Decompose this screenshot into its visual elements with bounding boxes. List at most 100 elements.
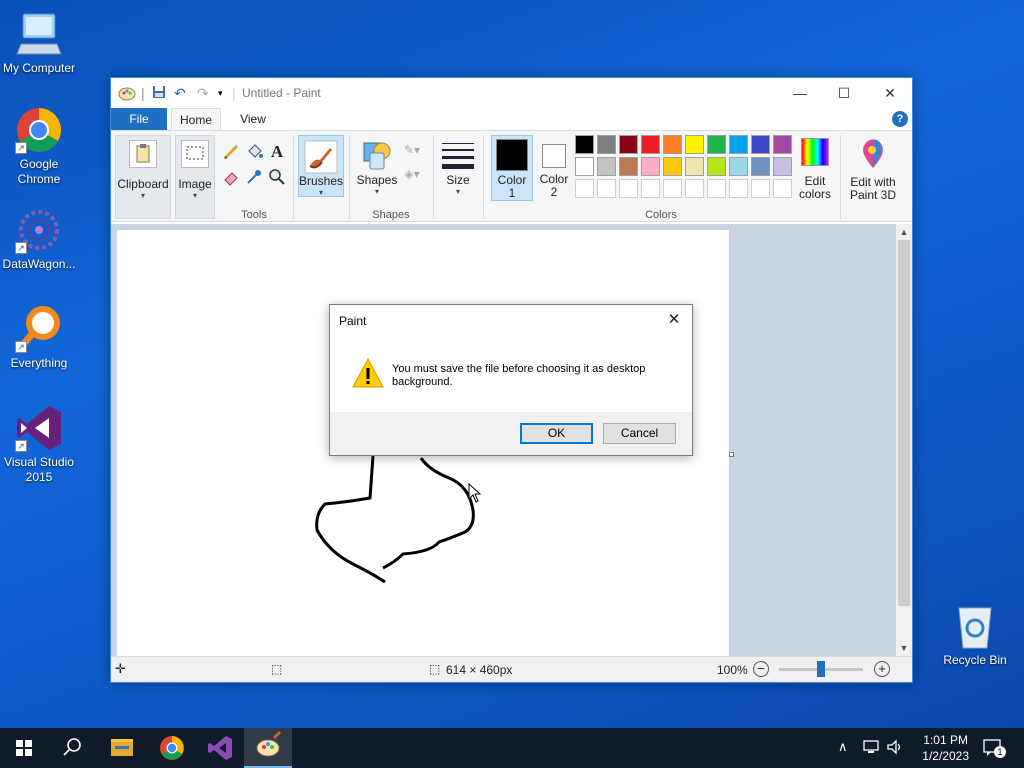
dialog-message: You must save the file before choosing i…: [392, 363, 646, 388]
chevron-down-icon: ▾: [192, 191, 197, 200]
tab-view[interactable]: View: [231, 108, 275, 130]
color-swatch[interactable]: [685, 157, 704, 176]
start-button[interactable]: [0, 728, 48, 768]
desktop-icon-recycle-bin[interactable]: Recycle Bin: [936, 602, 1014, 668]
line-size-icon: [442, 141, 474, 171]
color-swatch[interactable]: [751, 135, 770, 154]
file-explorer-icon[interactable]: [98, 728, 146, 768]
chevron-down-icon: ▾: [374, 187, 379, 196]
color-swatch[interactable]: [751, 157, 770, 176]
color-swatch[interactable]: [685, 135, 704, 154]
magnifier-icon[interactable]: [267, 168, 287, 188]
color-swatch[interactable]: [707, 135, 726, 154]
text-tool-icon[interactable]: A: [267, 142, 287, 162]
dialog-close-icon[interactable]: ✕: [664, 310, 684, 330]
desktop-icon-my-computer[interactable]: My Computer: [0, 10, 78, 76]
brushes-label: Brushes: [299, 174, 344, 188]
color-swatch[interactable]: [729, 135, 748, 154]
vertical-scrollbar[interactable]: ▲ ▼: [896, 224, 912, 656]
color-swatch[interactable]: [773, 135, 792, 154]
system-clock[interactable]: 1:01 PM 1/2/2023: [922, 732, 969, 764]
maximize-icon[interactable]: ☐: [829, 82, 859, 104]
minimize-icon[interactable]: —: [785, 82, 815, 104]
size-button[interactable]: Size ▾: [438, 135, 478, 197]
custom-color-slot[interactable]: [685, 179, 704, 198]
zoom-in-icon[interactable]: +: [874, 661, 890, 677]
color-swatch[interactable]: [663, 157, 682, 176]
shapes-button[interactable]: Shapes ▾: [355, 135, 399, 197]
custom-color-slot[interactable]: [575, 179, 594, 198]
pencil-icon[interactable]: [221, 143, 241, 163]
eraser-icon[interactable]: [221, 168, 241, 188]
desktop-icon-visual-studio[interactable]: ↗ Visual Studio 2015: [0, 404, 78, 485]
color-swatch[interactable]: [575, 157, 594, 176]
brushes-button[interactable]: Brushes ▾: [298, 135, 344, 197]
color-swatch[interactable]: [597, 135, 616, 154]
search-icon[interactable]: [48, 728, 96, 768]
edit-with-paint3d-button[interactable]: Edit with Paint 3D: [845, 135, 901, 202]
paint-taskbar-icon[interactable]: [244, 728, 292, 768]
custom-color-slot[interactable]: [597, 179, 616, 198]
image-button[interactable]: Image ▾: [175, 135, 215, 219]
save-icon[interactable]: [152, 85, 166, 102]
color1-swatch: [496, 139, 528, 171]
dialog-footer: OK Cancel: [330, 412, 692, 455]
clipboard-button[interactable]: Clipboard ▾: [115, 135, 171, 219]
custom-color-slot[interactable]: [773, 179, 792, 198]
color-swatch[interactable]: [729, 157, 748, 176]
network-icon[interactable]: [862, 738, 880, 768]
ok-button[interactable]: OK: [520, 423, 593, 444]
visual-studio-taskbar-icon[interactable]: [196, 728, 244, 768]
desktop-icon-datawagon[interactable]: ↗ DataWagon...: [0, 206, 78, 272]
scroll-up-icon[interactable]: ▲: [896, 224, 912, 240]
status-bar: ✛ ⬚ ⬚ 614 × 460px 100% − +: [111, 656, 912, 682]
color-picker-icon[interactable]: [244, 168, 264, 188]
fill-icon[interactable]: ◈▾: [401, 167, 423, 185]
notification-center-icon[interactable]: 1: [982, 737, 1006, 768]
custom-color-slot[interactable]: [729, 179, 748, 198]
chevron-down-icon: ▾: [140, 191, 145, 200]
edit-colors-button[interactable]: Edit colors: [795, 135, 835, 201]
volume-icon[interactable]: [886, 738, 904, 768]
color-swatch[interactable]: [773, 157, 792, 176]
chrome-taskbar-icon[interactable]: [148, 728, 196, 768]
close-icon[interactable]: ✕: [875, 82, 905, 104]
canvas-resize-handle[interactable]: [729, 452, 734, 457]
show-hidden-icons[interactable]: ∧: [838, 739, 848, 768]
color-swatch[interactable]: [597, 157, 616, 176]
ribbon-tabs: File Home View ?: [111, 108, 912, 130]
custom-color-slot[interactable]: [663, 179, 682, 198]
cancel-button[interactable]: Cancel: [603, 423, 676, 444]
custom-color-slot[interactable]: [751, 179, 770, 198]
color2-button[interactable]: Color 2: [535, 135, 573, 201]
desktop-icon-google-chrome[interactable]: ↗ Google Chrome: [0, 106, 78, 187]
scrollbar-thumb[interactable]: [898, 240, 910, 606]
custom-color-slot[interactable]: [641, 179, 660, 198]
tab-file[interactable]: File: [111, 108, 167, 130]
paint-app-icon[interactable]: [118, 85, 136, 104]
customize-toolbar-icon[interactable]: ▾: [218, 88, 223, 99]
color-swatch[interactable]: [619, 157, 638, 176]
fill-bucket-icon[interactable]: [244, 143, 264, 163]
color-swatch[interactable]: [619, 135, 638, 154]
redo-icon[interactable]: ↷: [197, 85, 209, 102]
undo-icon[interactable]: ↶: [174, 85, 186, 102]
help-button[interactable]: ?: [892, 111, 908, 127]
custom-color-slot[interactable]: [619, 179, 638, 198]
zoom-out-icon[interactable]: −: [753, 661, 769, 677]
color-swatch[interactable]: [575, 135, 594, 154]
color-swatch[interactable]: [641, 135, 660, 154]
custom-color-slot[interactable]: [707, 179, 726, 198]
scroll-down-icon[interactable]: ▼: [896, 640, 912, 656]
window-title: Untitled - Paint: [242, 86, 321, 100]
color-swatch[interactable]: [663, 135, 682, 154]
color1-button[interactable]: Color 1: [491, 135, 533, 201]
color-swatch[interactable]: [707, 157, 726, 176]
color-swatch[interactable]: [641, 157, 660, 176]
tab-home[interactable]: Home: [171, 108, 221, 130]
zoom-slider-thumb[interactable]: [817, 661, 825, 677]
desktop-icon-everything[interactable]: ↗ Everything: [0, 305, 78, 371]
outline-icon[interactable]: ✎▾: [401, 143, 423, 161]
ribbon-separator: [349, 135, 350, 219]
separator: |: [232, 85, 236, 101]
